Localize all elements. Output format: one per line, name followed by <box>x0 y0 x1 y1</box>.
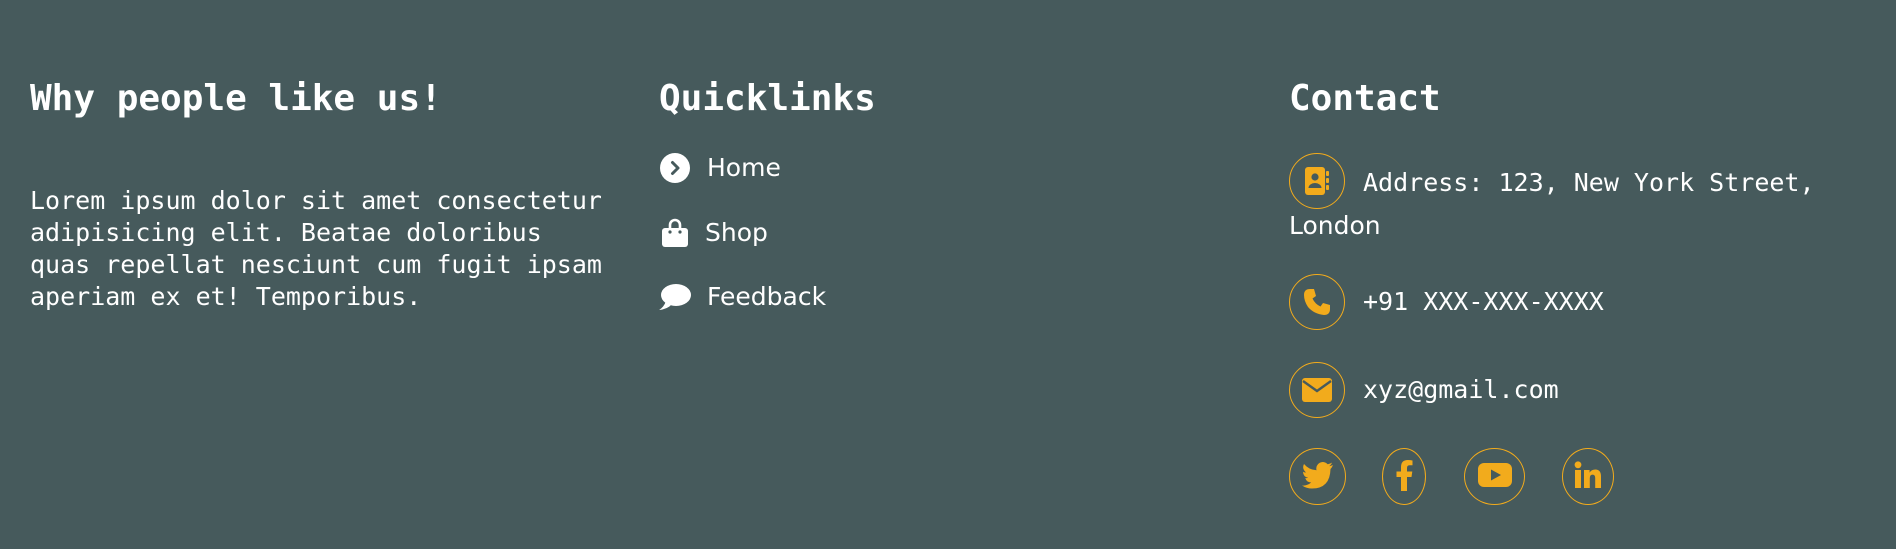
about-heading: Why people like us! <box>30 78 442 119</box>
envelope-icon <box>1289 362 1345 418</box>
quicklink-home-label: Home <box>707 153 781 182</box>
contact-heading: Contact <box>1289 78 1441 119</box>
quicklink-shop[interactable]: Shop <box>659 217 768 249</box>
youtube-icon <box>1477 462 1512 491</box>
linkedin-icon <box>1574 460 1602 493</box>
comment-icon <box>659 281 691 313</box>
address-line-2: London <box>1289 211 1381 240</box>
email-address[interactable]: xyz@gmail.com <box>1363 374 1559 406</box>
facebook-link[interactable] <box>1382 448 1426 505</box>
shopping-bag-icon <box>659 217 691 249</box>
quicklink-shop-label: Shop <box>705 218 768 247</box>
twitter-icon <box>1301 461 1334 493</box>
address-book-icon <box>1289 153 1345 209</box>
address-line-1: Address: 123, New York Street, <box>1363 168 1815 197</box>
quicklink-feedback-label: Feedback <box>707 282 827 311</box>
quicklink-feedback[interactable]: Feedback <box>659 281 826 313</box>
chevron-right-circle-icon <box>659 152 691 184</box>
quicklink-home[interactable]: Home <box>659 152 781 184</box>
phone-icon <box>1289 274 1345 330</box>
twitter-link[interactable] <box>1289 448 1346 505</box>
about-text: Lorem ipsum dolor sit amet consectetur a… <box>30 186 602 311</box>
linkedin-link[interactable] <box>1562 448 1614 505</box>
quicklinks-heading: Quicklinks <box>659 78 876 119</box>
site-footer: Why people like us! Lorem ipsum dolor si… <box>0 0 1896 549</box>
youtube-link[interactable] <box>1464 448 1525 505</box>
phone-number[interactable]: +91 XXX-XXX-XXXX <box>1363 286 1604 318</box>
facebook-icon <box>1395 459 1413 495</box>
